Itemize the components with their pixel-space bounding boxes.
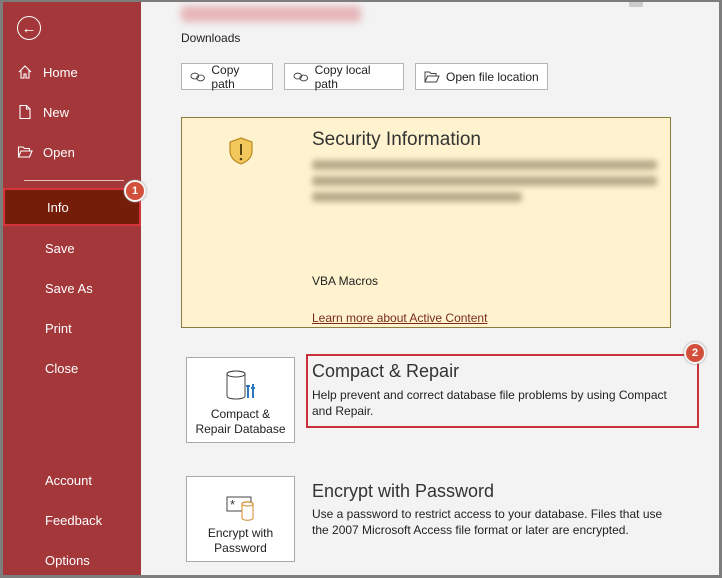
copy-path-button[interactable]: Copy path (181, 63, 273, 91)
sidebar-item-feedback[interactable]: Feedback (3, 502, 141, 538)
open-file-location-button[interactable]: Open file location (415, 63, 548, 90)
window-control (629, 2, 643, 7)
blurred-text (312, 160, 657, 170)
security-information-panel: Security Information VBA Macros Learn mo… (181, 117, 671, 328)
encrypt-title: Encrypt with Password (312, 481, 495, 501)
sidebar-item-info[interactable]: Info (3, 188, 141, 226)
sidebar-item-close[interactable]: Close (3, 350, 141, 386)
link-icon (190, 72, 205, 81)
file-location: Downloads (181, 31, 241, 45)
arrow-left-icon: ← (21, 19, 37, 37)
back-button[interactable]: ← (17, 16, 41, 40)
sidebar-item-save[interactable]: Save (3, 230, 141, 266)
learn-more-link[interactable]: Learn more about Active Content (312, 311, 487, 325)
compact-repair-database-button[interactable]: Compact & Repair Database (186, 357, 295, 443)
sidebar: ← Home New Open Info Save Save As Print … (3, 2, 141, 575)
sidebar-item-new[interactable]: New (3, 94, 141, 130)
home-icon (17, 64, 33, 80)
vba-macros-label: VBA Macros (312, 274, 379, 288)
copy-local-path-button[interactable]: Copy local path (284, 63, 404, 91)
database-repair-icon (226, 370, 255, 400)
encrypt-database-icon: * (226, 496, 253, 521)
blurred-text (312, 192, 522, 202)
new-document-icon (17, 104, 33, 120)
compact-repair-highlight (306, 354, 699, 428)
sidebar-item-account[interactable]: Account (3, 462, 141, 498)
security-title: Security Information (312, 129, 481, 150)
step-badge-1: 1 (124, 180, 146, 202)
sidebar-item-home[interactable]: Home (3, 54, 141, 90)
blurred-text (312, 176, 657, 186)
warning-shield-icon (229, 137, 253, 165)
sidebar-divider (24, 180, 124, 181)
backstage-window: ← Home New Open Info Save Save As Print … (3, 2, 719, 575)
sidebar-item-save-as[interactable]: Save As (3, 270, 141, 306)
encrypt-description: Use a password to restrict access to you… (312, 507, 663, 537)
encrypt-with-password-button[interactable]: * Encrypt with Password (186, 476, 295, 562)
blurred-file-title (181, 6, 361, 22)
sidebar-item-options[interactable]: Options (3, 542, 141, 575)
step-badge-2: 2 (684, 342, 706, 364)
link-icon (293, 72, 309, 81)
folder-open-icon (424, 71, 440, 83)
sidebar-item-open[interactable]: Open (3, 134, 141, 170)
folder-open-icon (17, 144, 33, 160)
svg-text:*: * (230, 497, 235, 512)
sidebar-item-print[interactable]: Print (3, 310, 141, 346)
